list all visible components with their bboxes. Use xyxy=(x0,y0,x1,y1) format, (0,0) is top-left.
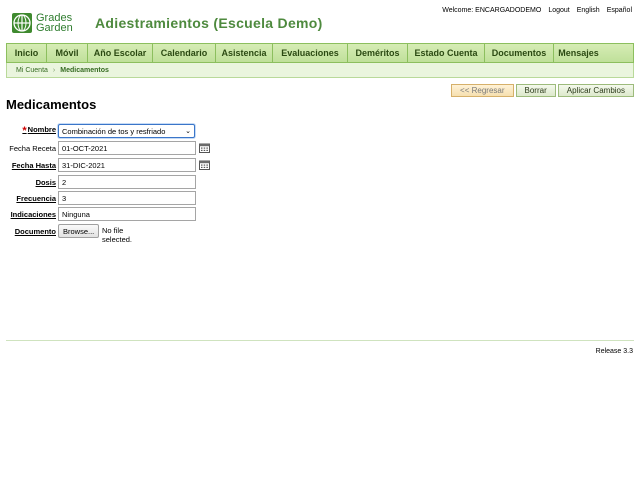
required-marker: * xyxy=(22,125,27,137)
breadcrumb: Mi Cuenta › Medicamentos xyxy=(6,63,634,78)
nombre-select[interactable]: Combinación de tos y resfriado ⌄ xyxy=(58,124,195,138)
fecha-hasta-input[interactable]: 31-DIC-2021 xyxy=(58,158,196,172)
indicaciones-row: Indicaciones xyxy=(0,207,56,221)
action-bar: << Regresar Borrar Aplicar Cambios xyxy=(451,84,634,97)
frecuencia-label: Frecuencia xyxy=(16,193,56,203)
nav-item-inicio[interactable]: Inicio xyxy=(7,44,47,62)
file-status-text: No file selected. xyxy=(102,226,133,244)
logout-link[interactable]: Logout xyxy=(548,7,569,14)
logo-line-2: Garden xyxy=(36,22,73,34)
fecha-receta-label: Fecha Receta xyxy=(9,143,56,153)
globe-logo-icon xyxy=(12,13,32,33)
footer-divider xyxy=(6,340,634,341)
nav-item-ano-escolar[interactable]: Año Escolar xyxy=(88,44,153,62)
nav-item-asistencia[interactable]: Asistencia xyxy=(216,44,273,62)
nombre-row: *Nombre xyxy=(0,124,56,138)
nav-item-estado-cuenta[interactable]: Estado Cuenta xyxy=(408,44,485,62)
frecuencia-input[interactable]: 3 xyxy=(58,191,196,205)
fecha-receta-input[interactable]: 01-OCT-2021 xyxy=(58,141,196,155)
delete-button[interactable]: Borrar xyxy=(515,84,556,97)
nav-item-documentos[interactable]: Documentos xyxy=(485,44,554,62)
nav-item-demeritos[interactable]: Deméritos xyxy=(348,44,408,62)
school-title: Adiestramientos (Escuela Demo) xyxy=(95,15,323,31)
fecha-hasta-row: Fecha Hasta xyxy=(0,158,56,172)
nav-item-movil[interactable]: Móvil xyxy=(47,44,88,62)
dosis-input[interactable]: 2 xyxy=(58,175,196,189)
chevron-down-icon: ⌄ xyxy=(185,128,191,135)
frecuencia-row: Frecuencia xyxy=(0,191,56,205)
calendar-icon[interactable] xyxy=(199,143,210,153)
page-title: Medicamentos xyxy=(6,97,97,112)
breadcrumb-mi-cuenta[interactable]: Mi Cuenta xyxy=(16,67,48,74)
nav-item-calendario[interactable]: Calendario xyxy=(153,44,216,62)
documento-label: Documento xyxy=(14,226,56,236)
breadcrumb-separator: › xyxy=(52,66,56,74)
dosis-row: Dosis xyxy=(0,175,56,189)
nav-item-evaluaciones[interactable]: Evaluaciones xyxy=(273,44,348,62)
calendar-icon[interactable] xyxy=(199,160,210,170)
english-link[interactable]: English xyxy=(577,7,600,14)
indicaciones-label: Indicaciones xyxy=(10,209,56,219)
back-button[interactable]: << Regresar xyxy=(451,84,514,97)
fecha-receta-row: Fecha Receta xyxy=(0,141,56,155)
dosis-label: Dosis xyxy=(35,177,56,187)
apply-changes-button[interactable]: Aplicar Cambios xyxy=(557,84,634,97)
top-links: Welcome: ENCARGADODEMO Logout English Es… xyxy=(442,7,632,14)
nombre-label: *Nombre xyxy=(22,125,56,137)
welcome-text: Welcome: ENCARGADODEMO xyxy=(442,7,542,14)
breadcrumb-current: Medicamentos xyxy=(60,66,109,74)
espanol-link[interactable]: Español xyxy=(607,7,632,14)
indicaciones-input[interactable]: Ninguna xyxy=(58,207,196,221)
grades-garden-logo: Grades Garden xyxy=(11,11,83,35)
fecha-hasta-label: Fecha Hasta xyxy=(11,160,56,170)
nav-item-mensajes[interactable]: Mensajes xyxy=(554,44,603,62)
browse-button[interactable]: Browse... xyxy=(58,224,100,238)
documento-row: Documento xyxy=(0,224,56,238)
main-nav: Inicio Móvil Año Escolar Calendario Asis… xyxy=(6,43,634,63)
nombre-select-value: Combinación de tos y resfriado xyxy=(62,126,166,136)
release-version: Release 3.3 xyxy=(595,348,633,355)
